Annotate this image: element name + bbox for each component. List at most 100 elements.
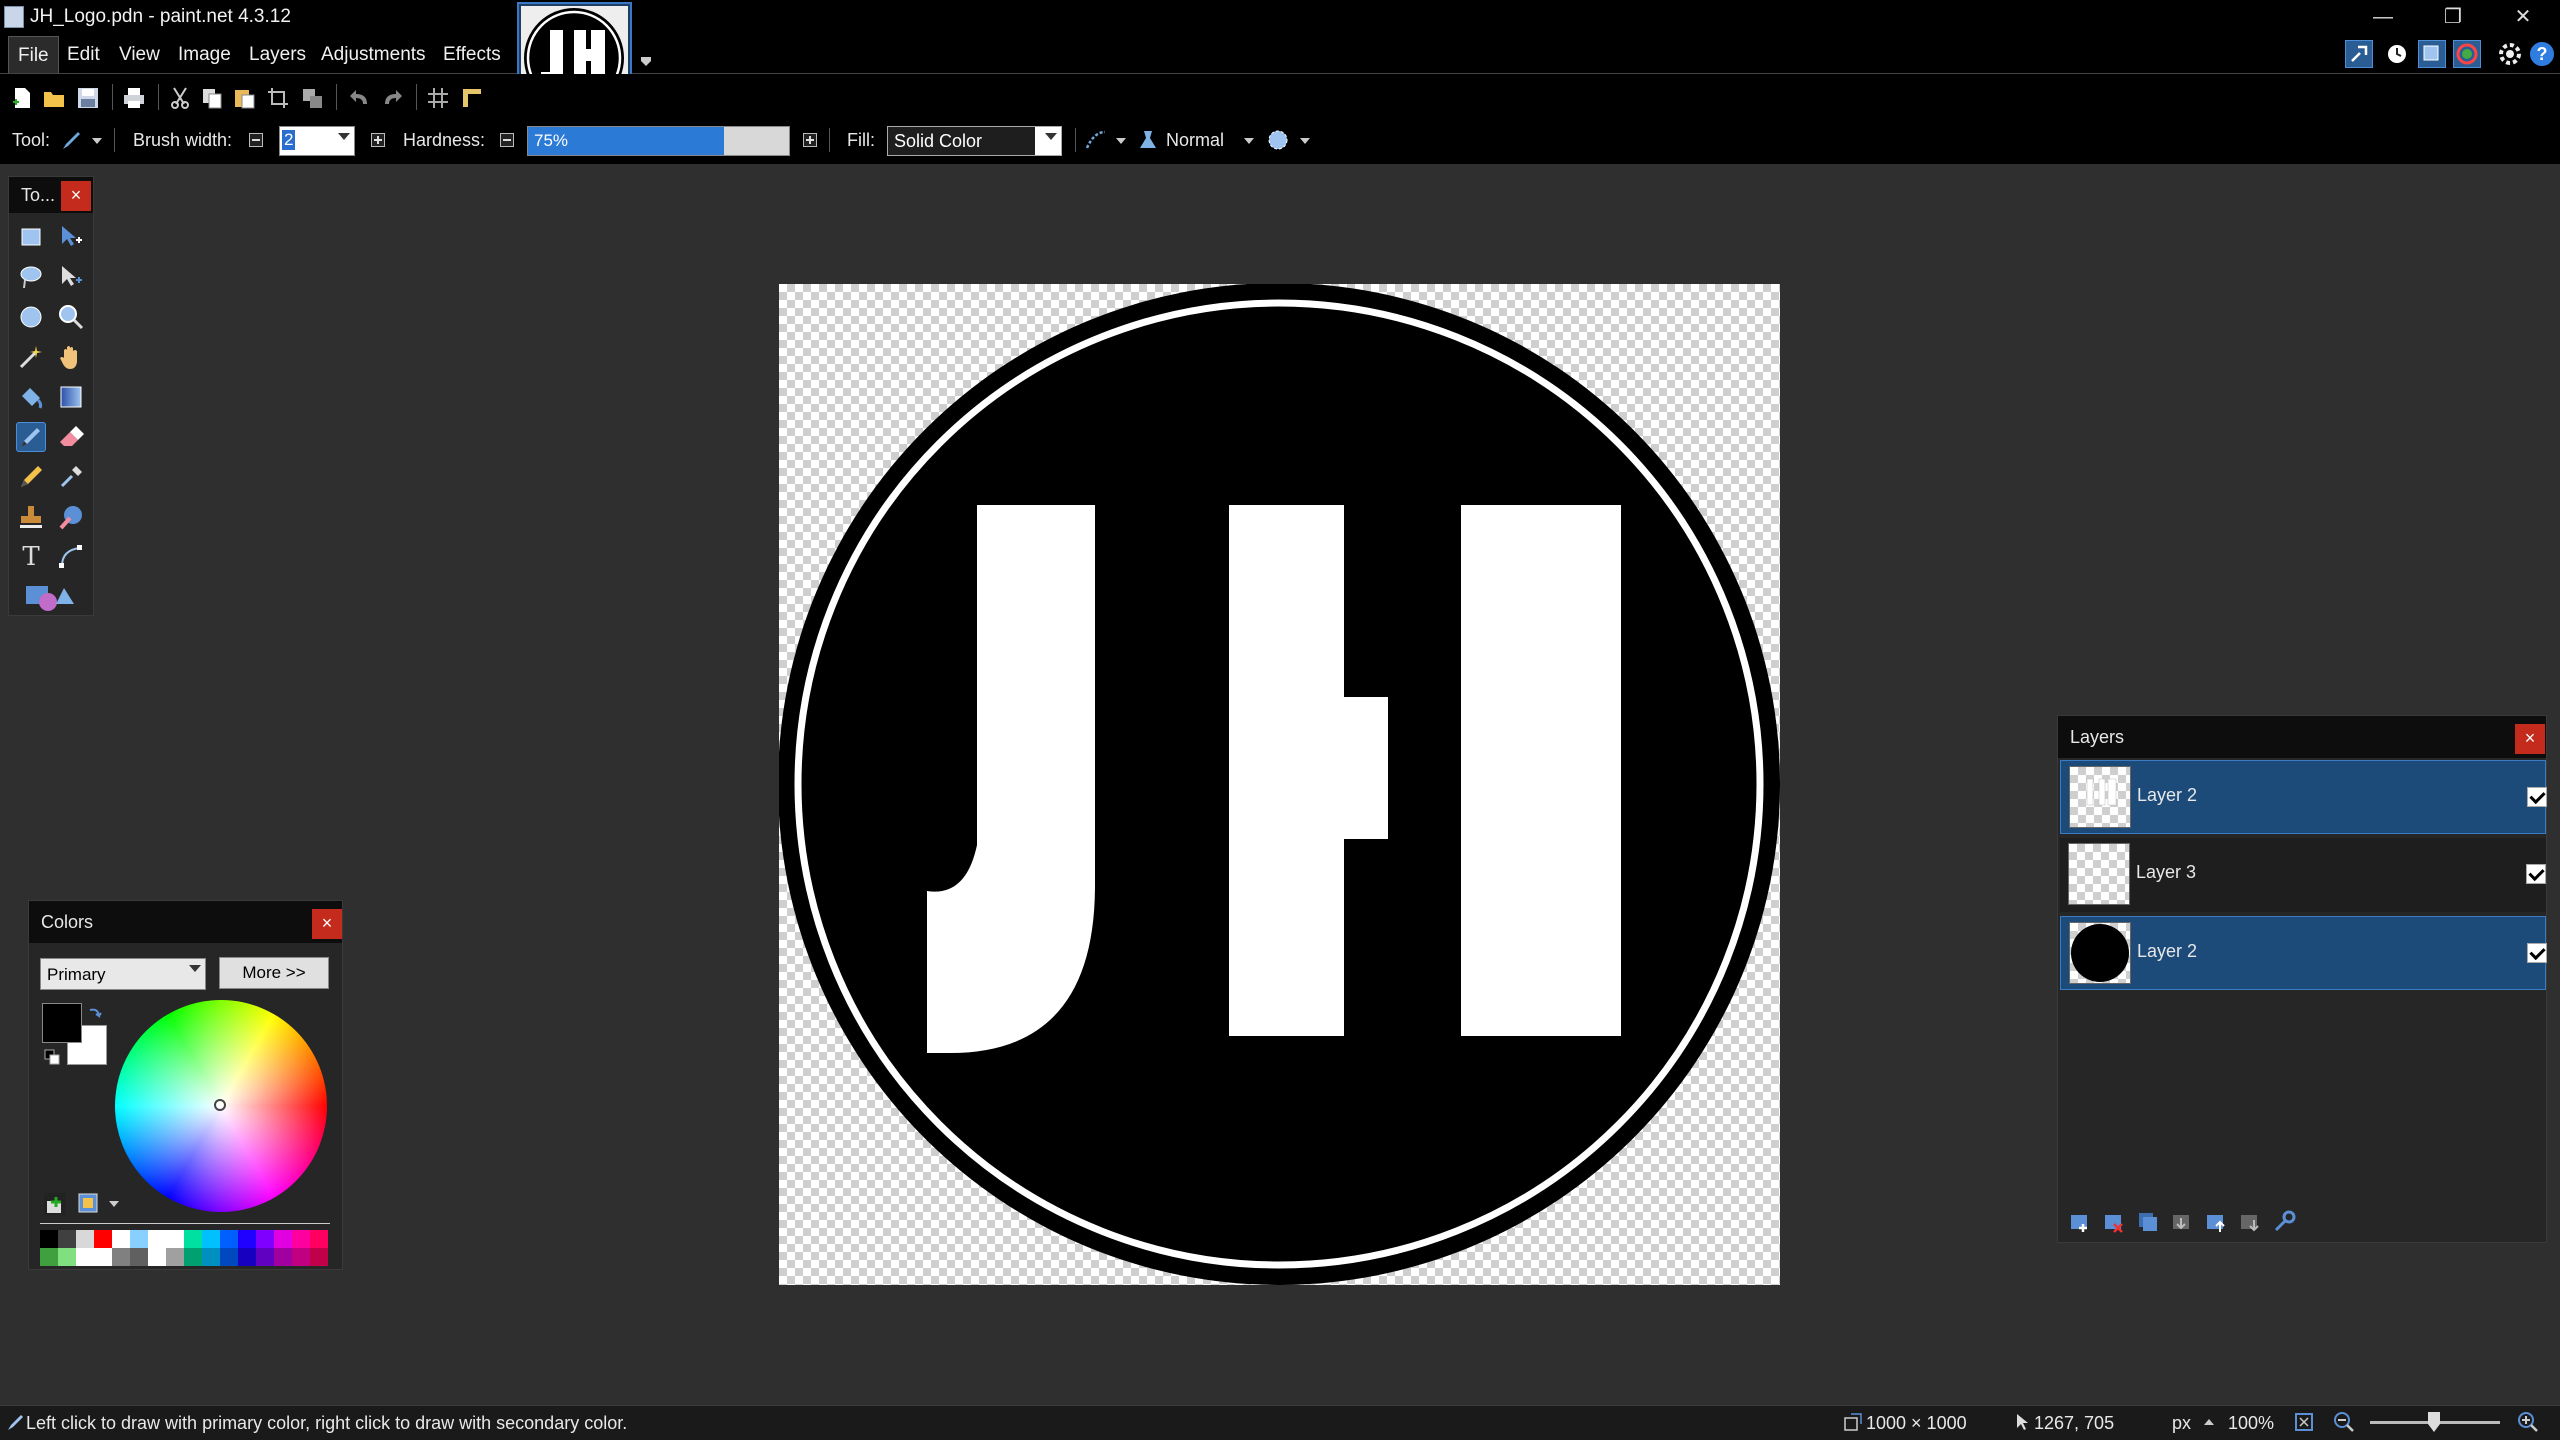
ellipse-select-tool-icon[interactable] xyxy=(16,302,46,332)
paintbrush-tool-icon[interactable] xyxy=(60,128,84,152)
pixel-grid-icon[interactable] xyxy=(426,86,450,110)
paste-icon[interactable] xyxy=(232,86,256,110)
paint-bucket-tool-icon[interactable] xyxy=(16,382,46,412)
primary-color-swatch[interactable] xyxy=(42,1003,82,1043)
antialiasing-dropdown-icon[interactable] xyxy=(1116,138,1126,144)
units-dropdown-icon[interactable] xyxy=(2204,1419,2214,1425)
rectangle-select-tool-icon[interactable] xyxy=(16,222,46,252)
move-selection-tool-icon[interactable] xyxy=(56,262,86,292)
merge-layer-down-icon[interactable] xyxy=(2170,1210,2194,1234)
tools-panel-close-button[interactable]: × xyxy=(61,181,91,211)
copy-icon[interactable] xyxy=(200,86,224,110)
menu-file[interactable]: File xyxy=(8,36,59,74)
tool-dropdown-icon[interactable] xyxy=(92,138,102,144)
selection-clipping-icon[interactable] xyxy=(1266,128,1290,152)
add-new-layer-icon[interactable] xyxy=(2068,1210,2092,1234)
minimize-button[interactable]: — xyxy=(2348,0,2418,36)
layer-row[interactable]: Layer 2 xyxy=(2060,760,2547,834)
rulers-icon[interactable] xyxy=(460,86,484,110)
layer-properties-icon[interactable] xyxy=(2272,1210,2296,1234)
hardness-slider[interactable]: 75% xyxy=(527,126,790,156)
save-icon[interactable] xyxy=(76,86,100,110)
reset-colors-icon[interactable] xyxy=(44,1048,60,1065)
open-file-icon[interactable] xyxy=(42,86,66,110)
line-curve-tool-icon[interactable] xyxy=(56,542,86,572)
clone-stamp-tool-icon[interactable] xyxy=(16,502,46,532)
swap-colors-icon[interactable] xyxy=(88,1003,102,1019)
tab-dropdown-icon[interactable] xyxy=(640,50,652,66)
recolor-tool-icon[interactable] xyxy=(56,502,86,532)
menu-image[interactable]: Image xyxy=(169,36,240,74)
blend-mode-value[interactable]: Normal xyxy=(1166,130,1224,151)
help-icon[interactable]: ? xyxy=(2530,42,2554,66)
paintbrush-tool-icon[interactable] xyxy=(16,422,46,452)
redo-icon[interactable] xyxy=(380,86,404,110)
settings-gear-icon[interactable] xyxy=(2496,40,2524,68)
move-selected-pixels-tool-icon[interactable] xyxy=(56,222,86,252)
hardness-increase-button[interactable] xyxy=(803,133,817,147)
new-file-icon[interactable] xyxy=(10,86,34,110)
layers-window-toggle-icon[interactable] xyxy=(2418,40,2446,68)
move-layer-down-icon[interactable] xyxy=(2238,1210,2262,1234)
colors-panel-close-button[interactable]: × xyxy=(312,909,342,939)
layers-panel-header[interactable]: Layers xyxy=(2058,716,2546,758)
colors-panel-header[interactable]: Colors xyxy=(29,901,342,943)
close-window-button[interactable]: ✕ xyxy=(2488,0,2558,36)
more-colors-button[interactable]: More >> xyxy=(219,957,329,989)
tools-window-toggle-icon[interactable] xyxy=(2345,40,2373,68)
image-canvas[interactable]: JH xyxy=(779,284,1780,1285)
layer-row[interactable]: Layer 3 xyxy=(2060,838,2546,912)
move-layer-up-icon[interactable] xyxy=(2204,1210,2228,1234)
menu-effects[interactable]: Effects xyxy=(434,36,510,74)
layer-row[interactable]: Layer 2 xyxy=(2060,916,2547,990)
history-window-toggle-icon[interactable] xyxy=(2383,40,2411,68)
deselect-icon[interactable] xyxy=(300,86,324,110)
zoom-in-icon[interactable] xyxy=(2516,1410,2540,1434)
brush-width-input[interactable]: 2 xyxy=(279,126,355,156)
layer-visibility-checkbox[interactable] xyxy=(2527,943,2547,963)
undo-icon[interactable] xyxy=(348,86,372,110)
menu-view[interactable]: View xyxy=(110,36,169,74)
hardness-decrease-button[interactable] xyxy=(500,133,514,147)
add-to-palette-icon[interactable] xyxy=(44,1193,66,1215)
zoom-tool-icon[interactable] xyxy=(56,302,86,332)
print-icon[interactable] xyxy=(122,86,146,110)
layer-visibility-checkbox[interactable] xyxy=(2527,787,2547,807)
brush-width-increase-button[interactable] xyxy=(371,133,385,147)
units-select[interactable]: px xyxy=(2172,1413,2191,1434)
menu-adjustments[interactable]: Adjustments xyxy=(312,36,435,74)
color-picker-tool-icon[interactable] xyxy=(56,462,86,492)
lasso-select-tool-icon[interactable] xyxy=(16,262,46,292)
duplicate-layer-icon[interactable] xyxy=(2136,1210,2160,1234)
pan-tool-icon[interactable] xyxy=(56,342,86,372)
text-tool-icon[interactable]: T xyxy=(16,542,46,572)
layers-panel-close-button[interactable]: × xyxy=(2515,724,2545,754)
eraser-tool-icon[interactable] xyxy=(56,422,86,452)
fill-select[interactable]: Solid Color xyxy=(887,126,1062,156)
gradient-tool-icon[interactable] xyxy=(56,382,86,412)
restore-button[interactable]: ❐ xyxy=(2418,0,2488,36)
brush-width-decrease-button[interactable] xyxy=(249,133,263,147)
shapes-tool-icon[interactable] xyxy=(22,582,78,614)
palette-dropdown-icon[interactable] xyxy=(109,1201,119,1207)
menu-edit[interactable]: Edit xyxy=(58,36,109,74)
color-wheel-cursor[interactable] xyxy=(214,1099,226,1111)
color-wheel[interactable] xyxy=(115,1000,327,1212)
color-palette[interactable] xyxy=(40,1230,330,1266)
blend-mode-dropdown-icon[interactable] xyxy=(1244,138,1254,144)
pencil-tool-icon[interactable] xyxy=(16,462,46,492)
zoom-level[interactable]: 100% xyxy=(2228,1413,2274,1434)
zoom-out-icon[interactable] xyxy=(2332,1410,2356,1434)
palette-icon[interactable] xyxy=(77,1192,99,1214)
selection-clipping-dropdown-icon[interactable] xyxy=(1300,138,1310,144)
layer-visibility-checkbox[interactable] xyxy=(2526,864,2546,884)
delete-layer-icon[interactable] xyxy=(2102,1210,2126,1234)
crop-to-selection-icon[interactable] xyxy=(266,86,290,110)
cut-icon[interactable] xyxy=(168,86,192,110)
blend-mode-icon[interactable] xyxy=(1136,128,1160,152)
color-mode-select[interactable]: Primary xyxy=(40,958,206,990)
antialiasing-icon[interactable] xyxy=(1084,128,1108,152)
colors-window-toggle-icon[interactable] xyxy=(2453,40,2481,68)
magic-wand-tool-icon[interactable] xyxy=(16,342,46,372)
menu-layers[interactable]: Layers xyxy=(240,36,315,74)
